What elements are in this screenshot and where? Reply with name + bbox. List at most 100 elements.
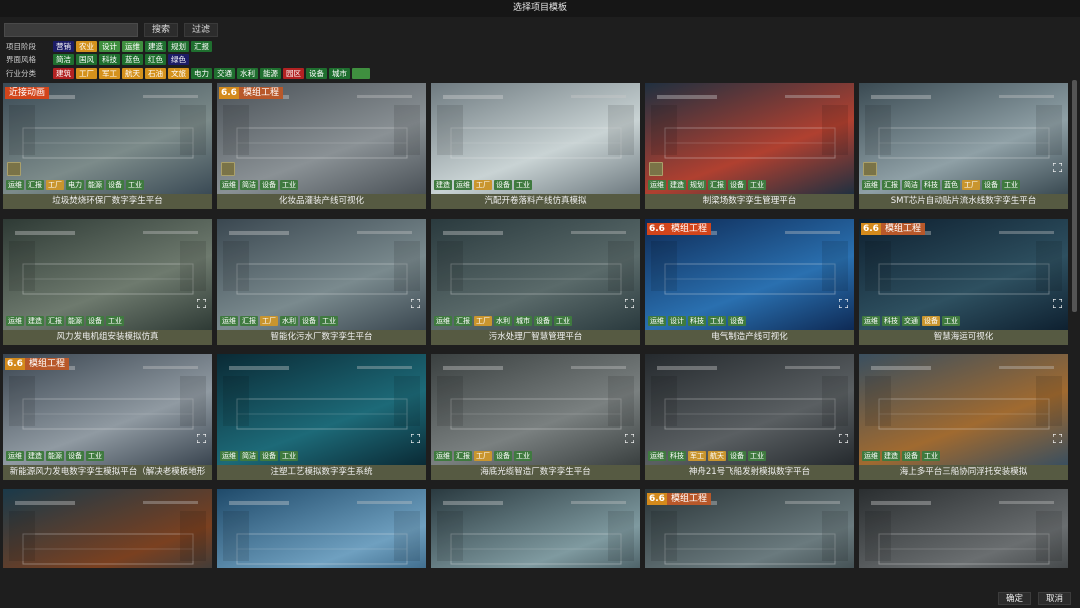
fullscreen-icon[interactable]: [838, 433, 849, 444]
search-input[interactable]: [4, 22, 138, 37]
template-title: 智慧海运可视化: [859, 330, 1068, 345]
preview-icon[interactable]: [221, 162, 235, 176]
fullscreen-icon[interactable]: [196, 298, 207, 309]
template-card[interactable]: 运维 汇报 工厂 水利 设备 工业 智能化污水厂数字孪生平台: [217, 219, 426, 345]
filter-chip[interactable]: [352, 67, 370, 79]
fullscreen-icon[interactable]: [838, 298, 849, 309]
template-card[interactable]: 运维 简洁 设备 工业 注塑工艺模拟数字孪生系统: [217, 354, 426, 480]
fullscreen-icon[interactable]: [410, 298, 421, 309]
template-thumbnail: [431, 354, 640, 465]
template-card[interactable]: 运维 科技 军工 航天 设备 工业 神舟21号飞船发射模拟数字平台: [645, 354, 854, 480]
filter-chip[interactable]: 电力: [191, 67, 212, 79]
template-tag: 工业: [708, 316, 726, 326]
template-card[interactable]: 运维 建造 汇报 能源 设备 工业 风力发电机组安装模拟仿真: [3, 219, 212, 345]
cancel-button[interactable]: 取消: [1038, 592, 1072, 605]
badge-text: 模组工程: [880, 223, 925, 235]
template-card[interactable]: [217, 489, 426, 568]
template-tags: 建造 运维 工厂 设备 工业: [434, 180, 532, 190]
filter-chip[interactable]: 交通: [214, 67, 235, 79]
template-card[interactable]: 近接动画 运维 汇报 工厂 电力 能源 设备 工业 垃圾焚烧环保厂数字孪生平台: [3, 83, 212, 209]
preview-icon[interactable]: [863, 162, 877, 176]
template-tags: 运维 建造 汇报 能源 设备 工业: [6, 316, 124, 326]
fullscreen-icon[interactable]: [624, 433, 635, 444]
badge-text: 模组工程: [666, 493, 711, 505]
template-card[interactable]: [859, 489, 1068, 568]
template-card[interactable]: 运维 汇报 工厂 设备 工业 海底光缆智造厂数字孪生平台: [431, 354, 640, 480]
grid-scrollbar[interactable]: [1072, 80, 1077, 312]
template-card[interactable]: 运维 汇报 简洁 科技 蓝色 工厂 设备 工业 SMT芯片自动贴片流水线数字孪生平台: [859, 83, 1068, 209]
ok-button[interactable]: 确定: [998, 592, 1032, 605]
template-tag: 能源: [66, 316, 84, 326]
template-tag: 简洁: [240, 451, 258, 461]
filter-chip[interactable]: 航天: [122, 67, 143, 79]
filter-row: 行业分类 建筑 工厂 军工 航天 石油 文旅 电力 交通 水利 能源 园区 设备 城市: [6, 67, 370, 79]
filter-chip[interactable]: 设备: [306, 67, 327, 79]
badge-text: 模组工程: [666, 223, 711, 235]
filter-chip[interactable]: 水利: [237, 67, 258, 79]
filter-chip[interactable]: 蓝色: [122, 54, 143, 65]
filter-chip[interactable]: 城市: [329, 67, 350, 79]
preview-icon[interactable]: [649, 162, 663, 176]
badge-version: 6.6: [219, 87, 239, 99]
template-tag: 工业: [942, 316, 960, 326]
filter-chip[interactable]: 红色: [145, 54, 166, 65]
template-card[interactable]: 6.6 模组工程 运维 科技 交通 设备 工业 智慧海运可视化: [859, 219, 1068, 345]
template-tag: 运维: [434, 316, 452, 326]
filter-chip[interactable]: 汇报: [191, 40, 212, 52]
template-thumbnail: [859, 83, 1068, 194]
template-thumbnail: [3, 489, 212, 568]
fullscreen-icon[interactable]: [1052, 298, 1063, 309]
template-card[interactable]: 运维 汇报 工厂 水利 城市 设备 工业 污水处理厂智慧管理平台: [431, 219, 640, 345]
filter-chip[interactable]: 军工: [99, 67, 120, 79]
filter-row-label: 界面风格: [6, 55, 36, 64]
filter-chip[interactable]: 营销: [53, 40, 74, 52]
template-card[interactable]: 运维 建造 规划 汇报 设备 工业 制梁场数字孪生管理平台: [645, 83, 854, 209]
template-tag: 设备: [66, 451, 84, 461]
filter-chip[interactable]: 文旅: [168, 67, 189, 79]
filter-chip[interactable]: 建造: [145, 40, 166, 52]
template-tag: 汇报: [46, 316, 64, 326]
template-card[interactable]: 6.6 模组工程 运维 设计 科技 工业 设备 电气制造产线可视化: [645, 219, 854, 345]
filter-button[interactable]: 过滤: [184, 22, 219, 37]
template-card[interactable]: 运维 建造 设备 工业 海上多平台三船协同浮托安装模拟: [859, 354, 1068, 480]
template-tag: 设备: [86, 316, 104, 326]
template-card[interactable]: 6.6 模组工程: [645, 489, 854, 568]
filter-chip[interactable]: 运维: [122, 40, 143, 52]
filter-chip[interactable]: 绿色: [168, 54, 189, 65]
template-title: 海上多平台三船协同浮托安装模拟: [859, 465, 1068, 480]
template-card[interactable]: [3, 489, 212, 568]
fullscreen-icon[interactable]: [1052, 162, 1063, 173]
template-badge: 6.6 模组工程: [5, 358, 69, 370]
filter-chip[interactable]: 科技: [99, 54, 120, 65]
template-thumbnail: [217, 219, 426, 330]
fullscreen-icon[interactable]: [624, 298, 635, 309]
badge-text: 模组工程: [238, 87, 283, 99]
template-grid[interactable]: 近接动画 运维 汇报 工厂 电力 能源 设备 工业 垃圾焚烧环保厂数字孪生平台 6.6 模组工程 运维…: [0, 83, 1070, 568]
fullscreen-icon[interactable]: [196, 433, 207, 444]
filter-chip[interactable]: 设计: [99, 40, 120, 52]
template-card[interactable]: 6.6 模组工程 运维 建造 能源 设备 工业 新能源风力发电数字孪生模拟平台（解决老模板地形: [3, 354, 212, 480]
filter-chip[interactable]: 能源: [260, 67, 281, 79]
fullscreen-icon[interactable]: [410, 433, 421, 444]
template-tag: 工厂: [46, 180, 64, 190]
filter-chip[interactable]: 农业: [76, 40, 97, 52]
template-tags: 运维 汇报 简洁 科技 蓝色 工厂 设备 工业: [862, 180, 1020, 190]
search-button[interactable]: 搜索: [144, 22, 179, 37]
preview-icon[interactable]: [7, 162, 21, 176]
filter-chip[interactable]: 简洁: [53, 54, 74, 65]
filter-chip[interactable]: 国风: [76, 54, 97, 65]
filter-chip[interactable]: 建筑: [53, 67, 74, 79]
template-thumbnail: [645, 354, 854, 465]
template-tag: 运维: [220, 316, 238, 326]
filter-chip[interactable]: 工厂: [76, 67, 97, 79]
filter-chip[interactable]: 石油: [145, 67, 166, 79]
template-badge: 6.6 模组工程: [861, 223, 925, 235]
template-tag: 蓝色: [942, 180, 960, 190]
template-card[interactable]: [431, 489, 640, 568]
template-card[interactable]: 6.6 模组工程 运维 简洁 设备 工业 化妆品灌装产线可视化: [217, 83, 426, 209]
filter-chip[interactable]: 园区: [283, 67, 304, 79]
fullscreen-icon[interactable]: [1052, 433, 1063, 444]
template-card[interactable]: 建造 运维 工厂 设备 工业 汽配开卷落料产线仿真模拟: [431, 83, 640, 209]
filter-chip[interactable]: 规划: [168, 40, 189, 52]
template-tags: 运维 简洁 设备 工业: [220, 180, 298, 190]
